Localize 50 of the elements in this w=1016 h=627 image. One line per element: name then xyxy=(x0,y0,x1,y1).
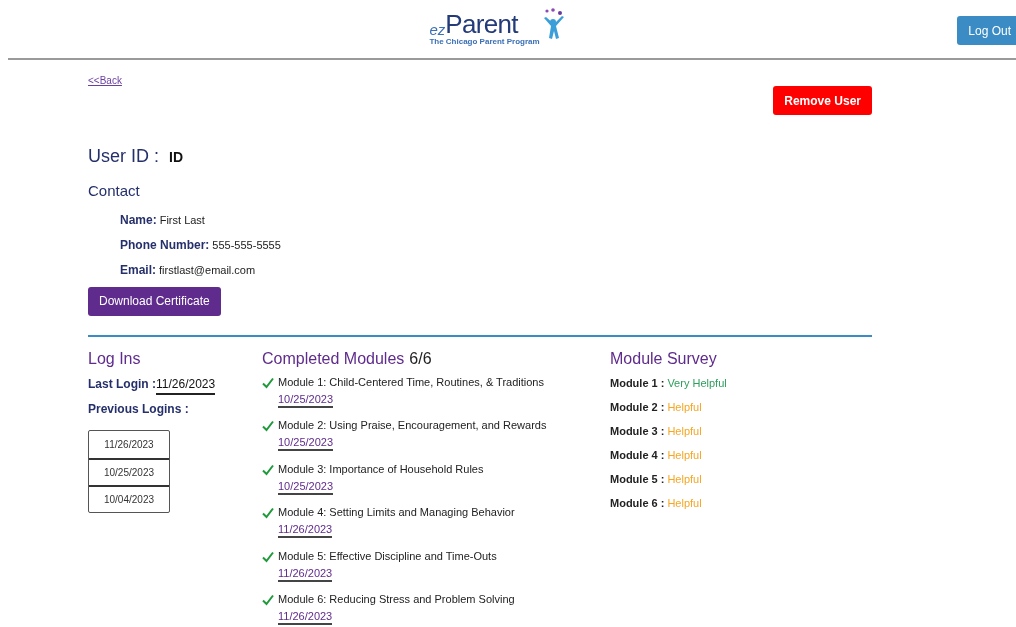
completed-count: 6/6 xyxy=(409,348,432,369)
module-title: Module 6: Reducing Stress and Problem Solving xyxy=(278,592,515,607)
contact-heading: Contact xyxy=(88,181,141,201)
previous-login-date: 10/25/2023 xyxy=(89,457,169,485)
last-login-date: 11/26/2023 xyxy=(156,374,216,395)
log-ins-heading: Log Ins xyxy=(88,348,142,369)
module-title: Module 1: Child-Centered Time, Routines, & Traditions xyxy=(278,374,544,390)
survey-rating: Helpful xyxy=(667,471,702,487)
previous-login-date: 10/04/2023 xyxy=(89,484,169,512)
module-title: Module 5: Effective Discipline and Time-Outs xyxy=(278,548,497,564)
module-date-link[interactable]: 10/25/2023 xyxy=(278,391,334,408)
survey-module-label: Module 5 : xyxy=(610,471,665,487)
last-login-label: Last Login : xyxy=(88,375,156,393)
survey-rating: Helpful xyxy=(667,423,702,439)
module-survey-heading: Module Survey xyxy=(610,348,718,369)
previous-login-date: 11/26/2023 xyxy=(103,437,155,452)
contact-value: 555-555-5555 xyxy=(212,237,281,253)
back-link[interactable]: <<Back xyxy=(88,73,122,88)
user-id-value: ID xyxy=(169,148,183,167)
survey-rating: Helpful xyxy=(667,399,702,415)
survey-rating: Helpful xyxy=(667,447,702,463)
module-date-link[interactable]: 10/25/2023 xyxy=(278,435,334,451)
contact-value: First Last xyxy=(159,212,205,228)
survey-module-label: Module 6 : xyxy=(610,495,665,511)
logout-button[interactable]: Log Out xyxy=(957,16,1016,45)
logo-name: Parent xyxy=(445,10,518,37)
survey-rating: Very Helpful xyxy=(667,375,727,391)
previous-logins-label: Previous Logins : xyxy=(88,400,190,418)
survey-rating: Helpful xyxy=(667,495,702,511)
user-id-label: User ID : xyxy=(88,145,159,168)
logo-tagline: The Chicago Parent Program xyxy=(429,37,540,46)
survey-module-label: Module 4 : xyxy=(610,447,665,463)
survey-module-label: Module 2 : xyxy=(610,399,665,415)
module-title: Module 3: Importance of Household Rules xyxy=(278,461,484,477)
logo-prefix: ez xyxy=(429,21,446,37)
module-date-link[interactable]: 11/26/2023 xyxy=(278,565,333,582)
contact-label: Name: xyxy=(120,211,157,229)
download-certificate-button[interactable]: Download Certificate xyxy=(88,286,221,316)
survey-module-label: Module 3 : xyxy=(610,423,665,439)
contact-label: Phone Number: xyxy=(120,236,210,254)
completed-modules-heading: Completed Modules xyxy=(262,348,405,369)
survey-module-label: Module 1 : xyxy=(610,375,665,391)
remove-user-button[interactable]: Remove User xyxy=(773,86,872,115)
module-title: Module 4: Setting Limits and Managing Behavior xyxy=(278,505,515,520)
module-title: Module 2: Using Praise, Encouragement, and Rewards xyxy=(278,418,547,433)
contact-value: firstlast@email.com xyxy=(159,262,256,278)
module-date-link[interactable]: 11/26/2023 xyxy=(278,609,333,625)
module-date-link[interactable]: 11/26/2023 xyxy=(278,522,333,538)
contact-label: Email: xyxy=(120,261,156,279)
module-date-link[interactable]: 10/25/2023 xyxy=(278,478,334,495)
